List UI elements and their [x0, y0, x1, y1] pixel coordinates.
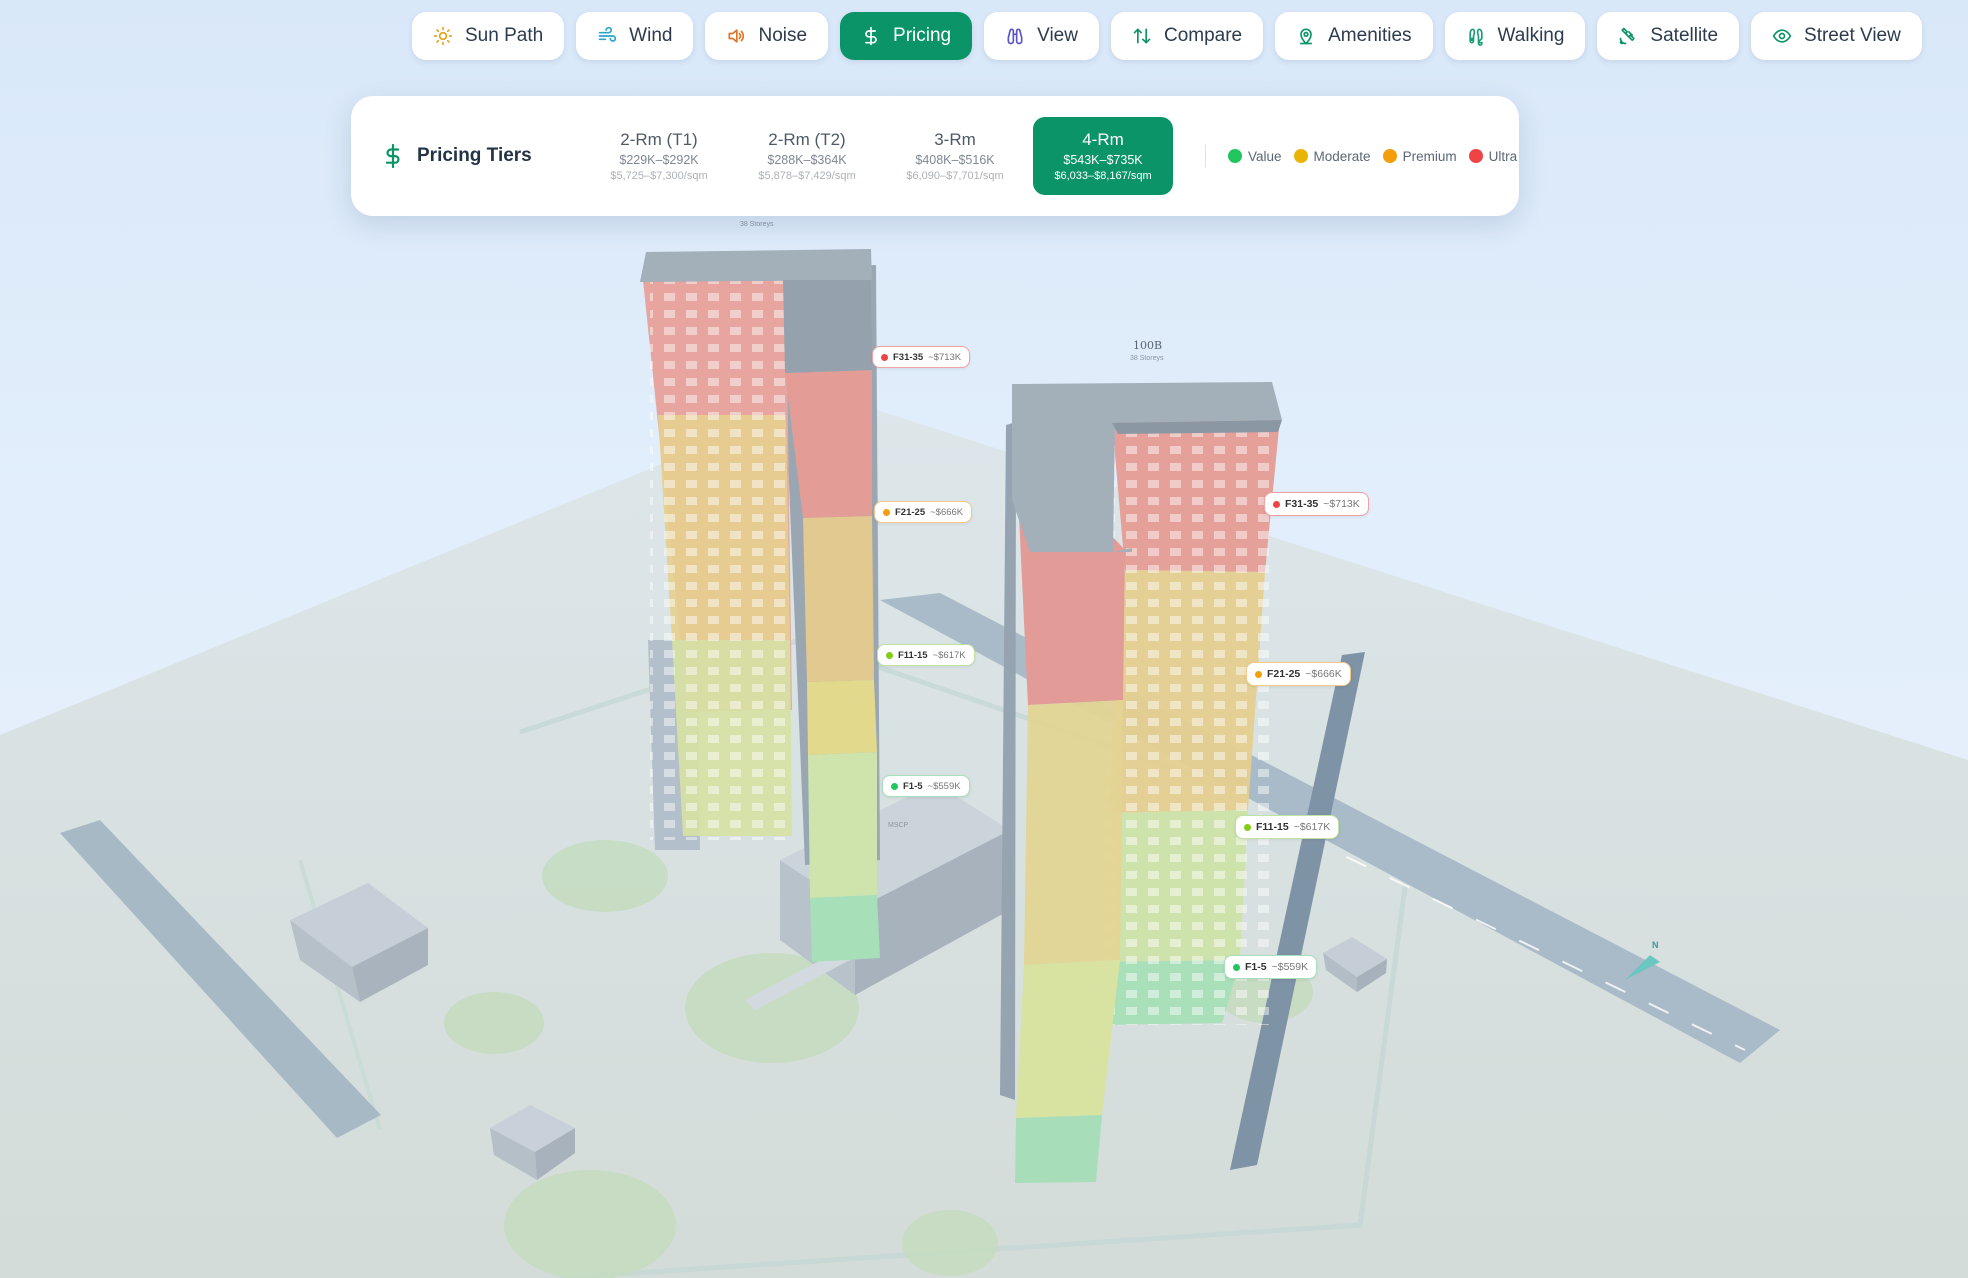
binoculars-icon: [1007, 28, 1023, 45]
legend-item-premium: Premium: [1382, 149, 1457, 164]
tool-street-view-button[interactable]: Street View: [1751, 12, 1922, 60]
tag-price: ~$617K: [1293, 821, 1331, 833]
tier-psm-range: $6,090–$7,701/sqm: [906, 170, 1004, 182]
tag-floors: F11-15: [1256, 821, 1289, 833]
tool-label: Wind: [629, 25, 673, 46]
tier-dot: [886, 651, 893, 659]
tool-pricing-button[interactable]: Pricing: [840, 12, 973, 60]
tool-satellite-button[interactable]: Satellite: [1597, 12, 1740, 60]
tool-label: Satellite: [1650, 25, 1719, 46]
tag-price: ~$559K: [927, 780, 961, 792]
price-tag-tower-b-f1-5[interactable]: F1-5 ~$559K: [1224, 955, 1318, 979]
tier-3rm-button[interactable]: 3-Rm $408K–$516K $6,090–$7,701/sqm: [885, 117, 1025, 195]
tool-wind-button[interactable]: Wind: [576, 12, 694, 60]
mscp-label: MSCP: [888, 822, 909, 829]
eye-icon: [1772, 29, 1792, 43]
tier-dot: [881, 353, 888, 361]
tool-sun-path-button[interactable]: Sun Path: [412, 12, 565, 60]
tower-b-name: 100B: [1133, 339, 1163, 352]
legend-item-value: Value: [1228, 149, 1282, 164]
tool-noise-button[interactable]: Noise: [705, 12, 829, 60]
footprints-icon: [1468, 28, 1483, 46]
tier-2rm-t2-button[interactable]: 2-Rm (T2) $288K–$364K $5,878–$7,429/sqm: [737, 117, 877, 195]
compare-arrows-icon: [1133, 28, 1151, 44]
tower-b-storeys: 38 Storeys: [1130, 355, 1164, 362]
tag-price: ~$666K: [930, 506, 964, 518]
tool-label: Walking: [1497, 25, 1565, 46]
tag-price: ~$713K: [928, 351, 962, 363]
tool-label: Street View: [1804, 25, 1901, 46]
tag-price: ~$713K: [1323, 498, 1360, 510]
tag-floors: F1-5: [903, 780, 923, 792]
tag-floors: F31-35: [893, 351, 924, 363]
tier-price-range: $229K–$292K: [619, 153, 699, 167]
tool-label: Compare: [1163, 25, 1243, 46]
tool-amenities-button[interactable]: Amenities: [1275, 12, 1433, 60]
tag-price: ~$617K: [932, 649, 966, 661]
dollar-icon: [385, 144, 400, 168]
panel-divider: [1205, 145, 1206, 167]
panel-header: Pricing Tiers: [383, 144, 561, 168]
tag-floors: F31-35: [1285, 498, 1319, 510]
tag-floors: F1-5: [1245, 961, 1267, 973]
tier-name: 2-Rm (T1): [620, 130, 698, 149]
tier-price-range: $408K–$516K: [915, 153, 995, 167]
tier-dot: [1273, 500, 1280, 508]
tier-dot: [891, 782, 898, 790]
compass-label: N: [1652, 940, 1659, 950]
price-tag-tower-b-f11-15[interactable]: F11-15 ~$617K: [1235, 815, 1340, 839]
price-legend: Value Moderate Premium Ultra: [1228, 149, 1517, 164]
price-tag-tower-b-f31-35[interactable]: F31-35 ~$713K: [1264, 492, 1369, 516]
tier-dot: [1244, 823, 1251, 831]
tag-price: ~$559K: [1271, 961, 1309, 973]
pricing-tiers-panel: Pricing Tiers 2-Rm (T1) $229K–$292K $5,7…: [351, 96, 1519, 216]
price-tag-tower-a-f11-15[interactable]: F11-15 ~$617K: [877, 644, 975, 666]
analysis-toolbar: Sun Path Wind Noise Pricing View Compare…: [412, 12, 1922, 60]
tag-floors: F11-15: [898, 649, 928, 661]
price-tag-tower-b-f21-25[interactable]: F21-25 ~$666K: [1246, 662, 1351, 686]
legend-item-ultra: Ultra: [1468, 149, 1517, 164]
tag-floors: F21-25: [895, 506, 926, 518]
tool-label: Sun Path: [465, 25, 544, 46]
tool-view-button[interactable]: View: [984, 12, 1099, 60]
tier-4rm-button[interactable]: 4-Rm $543K–$735K $6,033–$8,167/sqm: [1033, 117, 1173, 195]
sun-icon: [433, 26, 453, 46]
tier-psm-range: $5,878–$7,429/sqm: [758, 170, 856, 182]
tier-dot: [1255, 670, 1262, 678]
tier-2rm-t1-button[interactable]: 2-Rm (T1) $229K–$292K $5,725–$7,300/sqm: [589, 117, 729, 195]
tag-price: ~$666K: [1305, 668, 1342, 680]
tier-price-range: $288K–$364K: [767, 153, 847, 167]
tier-psm-range: $5,725–$7,300/sqm: [610, 170, 708, 182]
price-tag-tower-a-f21-25[interactable]: F21-25 ~$666K: [874, 501, 973, 523]
dollar-icon: [865, 26, 877, 46]
tag-floors: F21-25: [1267, 668, 1301, 680]
tier-name: 3-Rm: [934, 130, 976, 149]
wind-icon: [598, 26, 617, 42]
tier-dot: [1233, 963, 1240, 971]
tool-label: View: [1037, 25, 1078, 46]
location-pin-icon: [1300, 28, 1312, 45]
panel-title: Pricing Tiers: [417, 145, 532, 166]
tier-dot: [883, 508, 890, 516]
tier-name: 2-Rm (T2): [768, 130, 846, 149]
price-tag-tower-a-f31-35[interactable]: F31-35 ~$713K: [872, 346, 971, 368]
satellite-icon: [1620, 27, 1636, 45]
price-tag-tower-a-f1-5[interactable]: F1-5 ~$559K: [882, 775, 970, 797]
speaker-icon: [728, 29, 745, 43]
tool-walking-button[interactable]: Walking: [1444, 12, 1586, 60]
legend-item-moderate: Moderate: [1293, 149, 1371, 164]
tier-name: 4-Rm: [1082, 130, 1124, 149]
tool-compare-button[interactable]: Compare: [1110, 12, 1264, 60]
tool-label: Noise: [758, 25, 808, 46]
tier-psm-range: $6,033–$8,167/sqm: [1054, 170, 1152, 182]
tool-label: Amenities: [1328, 25, 1412, 46]
tier-price-range: $543K–$735K: [1063, 153, 1143, 167]
tower-a-storeys: 38 Storeys: [740, 221, 774, 228]
tool-label: Pricing: [893, 25, 952, 46]
